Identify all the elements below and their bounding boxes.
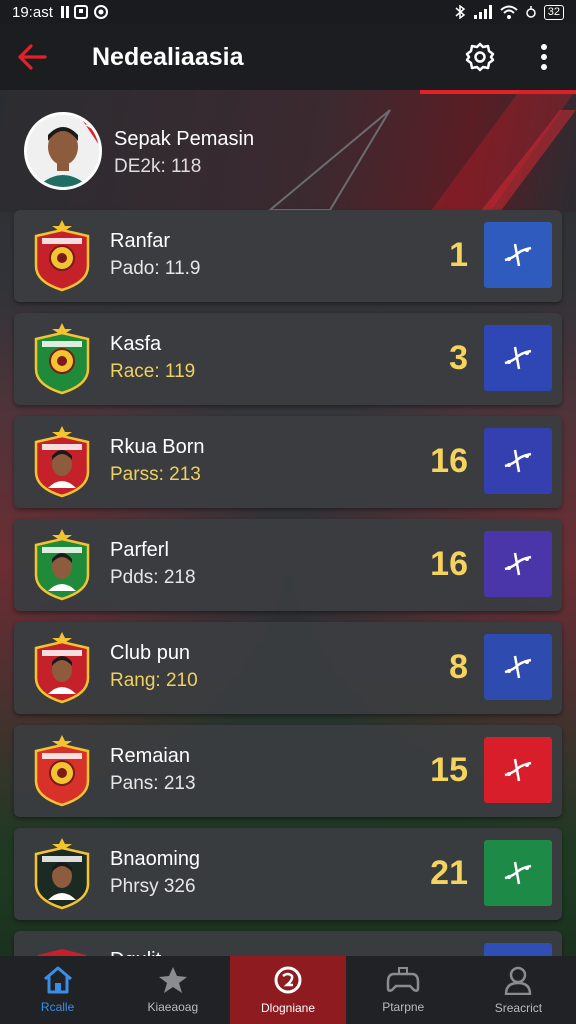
club-crest-icon [34,735,90,807]
profile-name: Sepak Pemasin [114,128,255,150]
alarm-icon [526,6,536,18]
tactics-icon [504,758,532,782]
controller-icon [386,967,420,992]
tactics-icon [504,861,532,885]
list-item-stat: Pans: 213 [110,773,196,794]
list-item-title: Parferl [110,539,169,561]
home-icon [43,966,72,994]
nav-home-label: Rcalle [40,1000,75,1014]
signal-icon [473,5,492,19]
gear-icon [465,42,495,72]
list-item[interactable]: Kasfa Race: 119 3 [14,313,562,405]
back-button[interactable] [0,24,64,90]
list-item-title: Club pun [110,642,191,664]
club-crest-icon [34,838,90,910]
action-button[interactable] [484,531,552,597]
list-item[interactable]: Club pun Rang: 210 8 [14,622,562,714]
list-item-value: 21 [430,854,468,892]
list-item-value: 16 [430,442,468,480]
tactics-icon [504,552,532,576]
nav-active-label: Dlogniane [260,1001,316,1015]
club-crest-icon [34,426,90,498]
list-item-title: Remaian [110,745,191,767]
action-button[interactable] [484,840,552,906]
list-item-value: 3 [449,339,468,377]
nav-profile[interactable]: Sreacrict [461,956,576,1024]
list-item[interactable]: Parferl Pdds: 218 16 [14,519,562,611]
more-vertical-icon [541,44,547,70]
target-icon [274,966,302,994]
list-item-stat: Rang: 210 [110,670,198,691]
list-item-stat: Parss: 213 [110,464,201,485]
list-item-value: 15 [430,751,468,789]
club-crest-icon [34,529,90,601]
list-item-value: 1 [449,236,468,274]
list-item[interactable]: Rkua Born Parss: 213 16 [14,416,562,508]
page-title: Nedealiaasia [92,42,244,71]
person-icon [505,966,532,995]
list-item-title: Kasfa [110,333,162,355]
settings-button[interactable] [448,24,512,90]
action-button[interactable] [484,428,552,494]
club-crest-icon [34,632,90,704]
nav-active[interactable]: Dlogniane [230,956,346,1024]
app-bar: Nedealiaasia [0,24,576,90]
list-item-stat: Pdds: 218 [110,567,196,588]
nav-favorites-label: Kiaeaoag [147,1000,199,1014]
tactics-icon [504,346,532,370]
arrow-left-icon [18,44,47,70]
avatar[interactable] [24,112,102,190]
nav-favorites[interactable]: Kiaeaoag [115,956,230,1024]
status-bar: 19:ast 32 [0,0,576,24]
wifi-icon [500,5,518,19]
club-crest-icon [34,323,90,395]
list-item[interactable]: Bnaoming Phrsy 326 21 [14,828,562,920]
team-list: Ranfar Pado: 11.9 1 Kasfa Race: 119 3 Rkua Bor… [14,210,562,971]
bluetooth-icon [455,5,465,19]
action-button[interactable] [484,634,552,700]
action-button[interactable] [484,222,552,288]
action-button[interactable] [484,325,552,391]
action-button[interactable] [484,737,552,803]
list-item-stat: Pado: 11.9 [110,258,201,279]
list-item-stat: Phrsy 326 [110,876,196,897]
battery-indicator: 32 [543,4,564,20]
player-face [27,115,99,187]
club-crest-icon [34,220,90,292]
tactics-icon [504,655,532,679]
nav-games[interactable]: Ptarpne [346,956,461,1024]
profile-stat: DE2k: 118 [114,156,202,177]
list-item-title: Rkua Born [110,436,205,458]
bottom-navigation: Rcalle Kiaeaoag Dlogniane Ptarpne Sreacr… [0,956,576,1024]
list-item[interactable]: Ranfar Pado: 11.9 1 [14,210,562,302]
list-item-title: Bnaoming [110,848,201,870]
list-item-value: 8 [449,648,468,686]
more-options-button[interactable] [512,24,576,90]
list-item[interactable]: Remaian Pans: 213 15 [14,725,562,817]
tactics-icon [504,243,532,267]
star-icon [158,967,187,993]
nav-games-label: Ptarpne [382,1000,425,1014]
notification-icons [60,5,108,19]
status-time: 19:ast [12,3,53,21]
nav-home[interactable]: Rcalle [0,956,115,1024]
tactics-icon [504,449,532,473]
profile-header: Sepak Pemasin DE2k: 118 [0,90,576,212]
list-item-value: 16 [430,545,468,583]
list-item-title: Ranfar [110,230,171,252]
list-item-stat: Race: 119 [110,361,196,382]
nav-profile-label: Sreacrict [494,1001,543,1015]
